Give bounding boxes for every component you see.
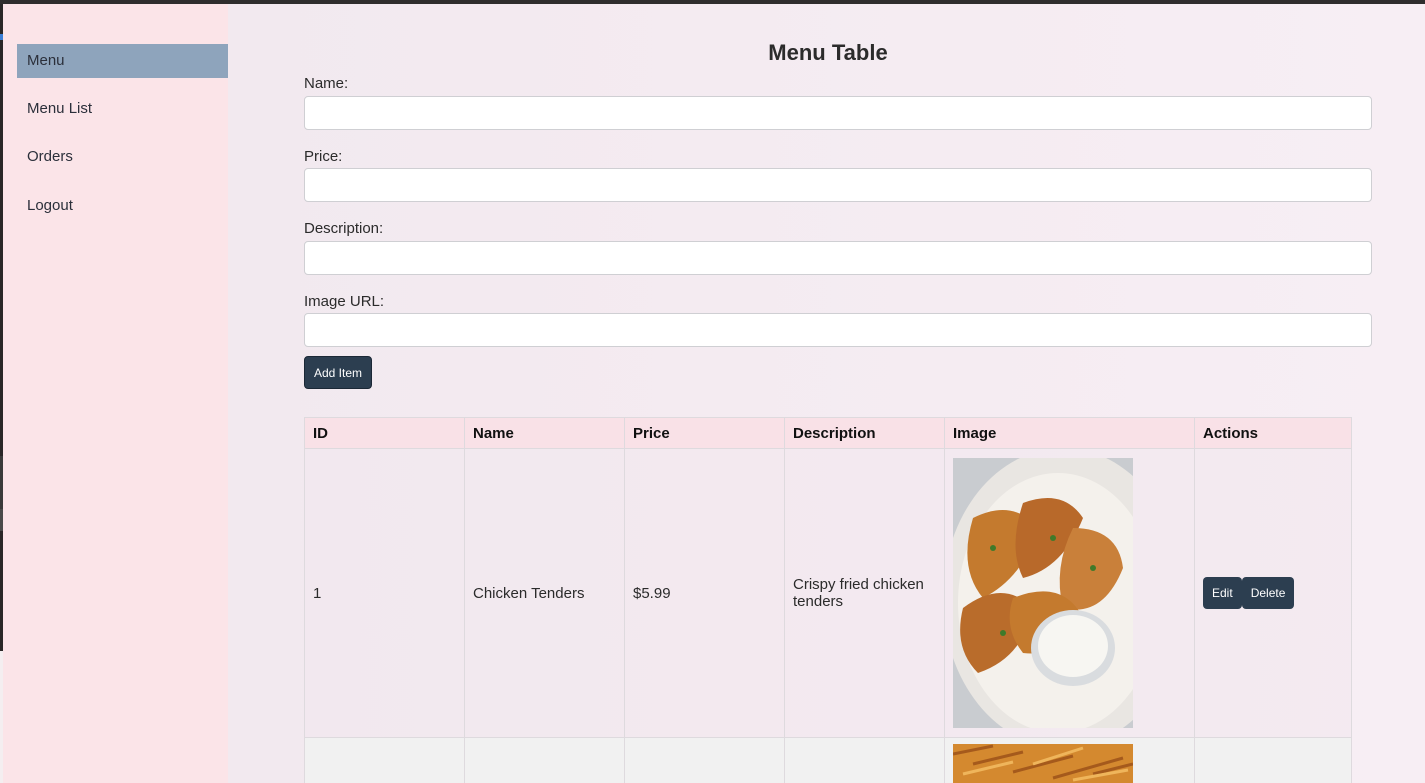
image-url-label: Image URL:: [304, 293, 385, 310]
header-image: Image: [944, 417, 1195, 449]
sidebar-item-logout[interactable]: Logout: [17, 189, 228, 223]
description-input[interactable]: [304, 241, 1372, 275]
table-header-row: ID Name Price Description Image Actions: [304, 417, 1352, 449]
cell-id: 1: [304, 448, 465, 738]
header-id: ID: [304, 417, 465, 449]
sidebar: Menu Menu List Orders Logout: [3, 4, 228, 783]
cell-actions: Edit Delete: [1194, 448, 1352, 738]
header-price: Price: [624, 417, 785, 449]
cell-id: [304, 737, 465, 783]
cell-name: [464, 737, 625, 783]
price-input[interactable]: [304, 168, 1372, 202]
app-container: Menu Menu List Orders Logout Menu Table …: [3, 4, 1425, 783]
name-label: Name:: [304, 75, 349, 92]
table-row: 1 Chicken Tenders $5.99 Crispy fried chi…: [304, 448, 1352, 738]
cell-price: [624, 737, 785, 783]
image-url-input[interactable]: [304, 313, 1372, 347]
chicken-tenders-image: [953, 458, 1133, 728]
add-item-button[interactable]: Add Item: [304, 356, 372, 389]
menu-table: ID Name Price Description Image Actions …: [304, 417, 1352, 783]
page-title: Menu Table: [768, 40, 888, 65]
table-row: [304, 737, 1352, 783]
sidebar-item-menu[interactable]: Menu: [17, 44, 228, 78]
description-label: Description:: [304, 220, 384, 237]
price-label: Price:: [304, 148, 343, 165]
sidebar-item-menu-list[interactable]: Menu List: [17, 92, 228, 126]
sidebar-item-orders[interactable]: Orders: [17, 140, 228, 174]
cell-actions: [1194, 737, 1352, 783]
header-description: Description: [784, 417, 945, 449]
name-input[interactable]: [304, 96, 1372, 130]
cell-image: [944, 737, 1195, 783]
cell-description: [784, 737, 945, 783]
delete-button[interactable]: Delete: [1241, 577, 1295, 609]
cell-price: $5.99: [624, 448, 785, 738]
cell-image: [944, 448, 1195, 738]
cell-description: Crispy fried chicken tenders: [784, 448, 945, 738]
fries-image: [953, 744, 1133, 783]
header-name: Name: [464, 417, 625, 449]
edit-button[interactable]: Edit: [1203, 577, 1242, 609]
header-actions: Actions: [1194, 417, 1352, 449]
cell-name: Chicken Tenders: [464, 448, 625, 738]
